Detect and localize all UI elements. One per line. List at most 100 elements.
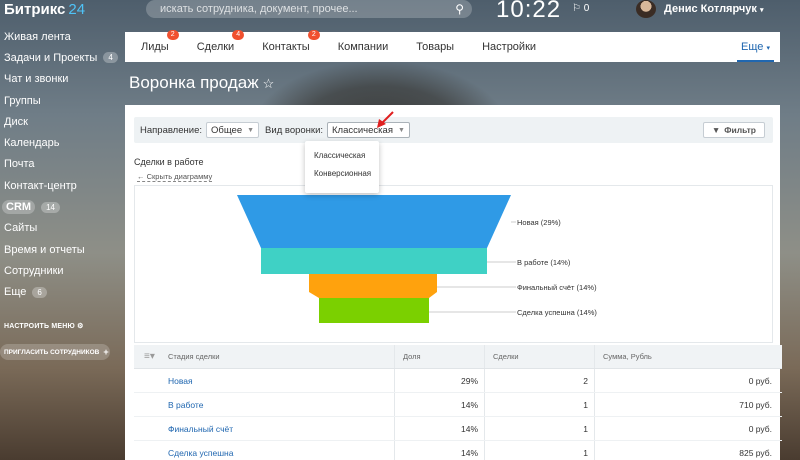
counter-badge: 4 (232, 30, 245, 40)
clock: 10:22 (496, 0, 562, 23)
funnel-label-new: Новая (29%) (517, 218, 561, 227)
table-row: Сделка успешна 14% 1 825 руб. (134, 441, 782, 460)
sidebar-item-label: Живая лента (4, 30, 71, 43)
sidebar-item[interactable]: Время и отчеты (0, 239, 118, 260)
tab-item[interactable]: Контакты 2 (262, 30, 320, 62)
stage-link[interactable]: В работе (164, 393, 394, 416)
search-icon[interactable]: ⚲ (455, 2, 464, 16)
sidebar-item[interactable]: Живая лента (0, 26, 118, 47)
hide-chart-link[interactable]: ← Скрыть диаграмму (137, 172, 213, 182)
direction-label: Направление: (140, 124, 202, 136)
tab-item[interactable]: Настройки (482, 32, 536, 62)
funnel-type-dropdown: Классическая Конверсионная (305, 141, 379, 193)
table-cell: 0 руб. (594, 369, 782, 392)
user-name[interactable]: Денис Котлярчук ▾ (664, 3, 764, 15)
flag-counter[interactable]: ⚐ 0 (572, 3, 589, 14)
chevron-down-icon: ▼ (397, 126, 405, 134)
logo[interactable]: Битрикс 24 (4, 0, 85, 20)
tab-item[interactable]: Товары (416, 32, 454, 62)
star-icon[interactable]: ☆ (263, 76, 275, 91)
funnel-stage-in-progress (261, 248, 487, 274)
gear-icon: ⚙ (77, 323, 84, 330)
table-cell (134, 369, 164, 392)
content-panel: Направление: Общее ▼ Вид воронки: Классич… (125, 105, 782, 460)
sidebar-item[interactable]: Чат и звонки (0, 69, 118, 90)
table-cell: 14% (394, 393, 484, 416)
crm-tabs: Лиды 2 Сделки 4 Контакты 2 Компании Товары Настр… (125, 30, 780, 62)
table-cell: 825 руб. (594, 441, 782, 460)
table-row: В работе 14% 1 710 руб. (134, 393, 782, 417)
avatar[interactable] (636, 0, 656, 18)
table-cell: 2 (484, 369, 594, 392)
tab-label: Контакты (262, 41, 310, 53)
stage-link[interactable]: Новая (164, 369, 394, 392)
chevron-down-icon: ▾ (766, 45, 770, 52)
sidebar-item[interactable]: Еще 6 (0, 282, 118, 303)
table-cell (134, 441, 164, 460)
sidebar-item[interactable]: Календарь (0, 132, 118, 153)
sidebar-item[interactable]: Диск (0, 111, 118, 132)
funnel-type-select[interactable]: Классическая ▼ (327, 122, 410, 138)
option-conversion[interactable]: Конверсионная (305, 165, 379, 183)
column-menu-icon[interactable]: ≡▾ (144, 351, 155, 362)
tab-label: Сделки (196, 41, 235, 53)
header-share[interactable]: Доля (394, 345, 484, 368)
tab-item[interactable]: Компании (338, 32, 389, 62)
sidebar-item-label: Диск (4, 115, 28, 128)
tab-more[interactable]: Еще ▾ (737, 32, 774, 62)
sidebar-item[interactable]: Контакт-центр (0, 175, 118, 196)
funnel-chart: Новая (29%) В работе (14%) Финальный счё… (134, 185, 773, 343)
tab-label: Товары (416, 41, 455, 53)
header-sum[interactable]: Сумма, Рубль (594, 345, 782, 368)
search-box: ⚲ (146, 0, 472, 18)
sidebar-item-label: Почта (4, 158, 35, 171)
option-classic[interactable]: Классическая (305, 147, 379, 165)
stage-link[interactable]: Сделка успешна (164, 441, 394, 460)
sidebar-item-label: Сайты (4, 222, 38, 235)
sidebar-item-label: Еще (4, 286, 27, 299)
sidebar-item-label: Время и отчеты (4, 243, 85, 256)
counter-badge: 14 (41, 201, 60, 213)
sidebar-item[interactable]: Сотрудники (0, 260, 118, 281)
sidebar-item-label: Чат и звонки (4, 73, 69, 86)
sidebar-item-label: Группы (4, 94, 41, 107)
header-deals[interactable]: Сделки (484, 345, 594, 368)
sidebar-item-label: Задачи и Проекты (4, 51, 98, 64)
section-title: Сделки в работе (134, 157, 204, 167)
funnel-icon: ▼ (711, 125, 721, 135)
left-menu: Живая лента Задачи и Проекты 4 Чат и звонки… (0, 26, 118, 303)
filter-button[interactable]: ▼ Фильтр (702, 122, 765, 138)
funnel-stage-invoice (309, 274, 437, 298)
sidebar-item[interactable]: CRM 14 (0, 196, 118, 217)
invite-button[interactable]: ПРИГЛАСИТЬ СОТРУДНИКОВ + (0, 344, 110, 360)
page-title: Воронка продаж ☆ (129, 73, 275, 92)
search-input[interactable] (160, 3, 450, 15)
funnel-stage-new (237, 195, 511, 248)
top-bar: Битрикс24 ⚲ 10:22 ⚐ 0 Денис Котлярчук ▾ (0, 0, 800, 23)
counter-badge: 6 (32, 286, 47, 298)
header-stage[interactable]: Стадия сделки (164, 345, 394, 368)
funnel-label-in-progress: В работе (14%) (517, 258, 571, 267)
filter-bar: Направление: Общее ▼ Вид воронки: Классич… (134, 117, 773, 143)
sidebar-item[interactable]: Почта (0, 154, 118, 175)
table-cell: 14% (394, 417, 484, 440)
tab-item[interactable]: Лиды 2 (141, 30, 179, 62)
configure-menu[interactable]: НАСТРОИТЬ МЕНЮ ⚙ (4, 322, 84, 330)
sidebar-item[interactable]: Сайты (0, 218, 118, 239)
table-cell: 14% (394, 441, 484, 460)
red-arrow-icon (377, 111, 394, 128)
direction-select[interactable]: Общее ▼ (206, 122, 260, 138)
tab-item[interactable]: Сделки 4 (196, 30, 245, 62)
funnel-svg: Новая (29%) В работе (14%) Финальный счё… (237, 195, 597, 323)
sidebar-item[interactable]: Задачи и Проекты 4 (0, 47, 118, 68)
funnel-label-invoice: Финальный счёт (14%) (517, 283, 597, 292)
sidebar-item-label: Календарь (4, 137, 60, 150)
sidebar-item[interactable]: Группы (0, 90, 118, 111)
sidebar-item-label: Контакт-центр (4, 179, 77, 192)
funnel-stage-won (319, 298, 429, 323)
plus-icon: + (103, 347, 109, 357)
stage-link[interactable]: Финальный счёт (164, 417, 394, 440)
table-header: ≡▾ Стадия сделки Доля Сделки Сумма, Рубл… (134, 345, 782, 369)
funnel-type-label: Вид воронки: (265, 124, 324, 136)
table-row: Новая 29% 2 0 руб. (134, 369, 782, 393)
